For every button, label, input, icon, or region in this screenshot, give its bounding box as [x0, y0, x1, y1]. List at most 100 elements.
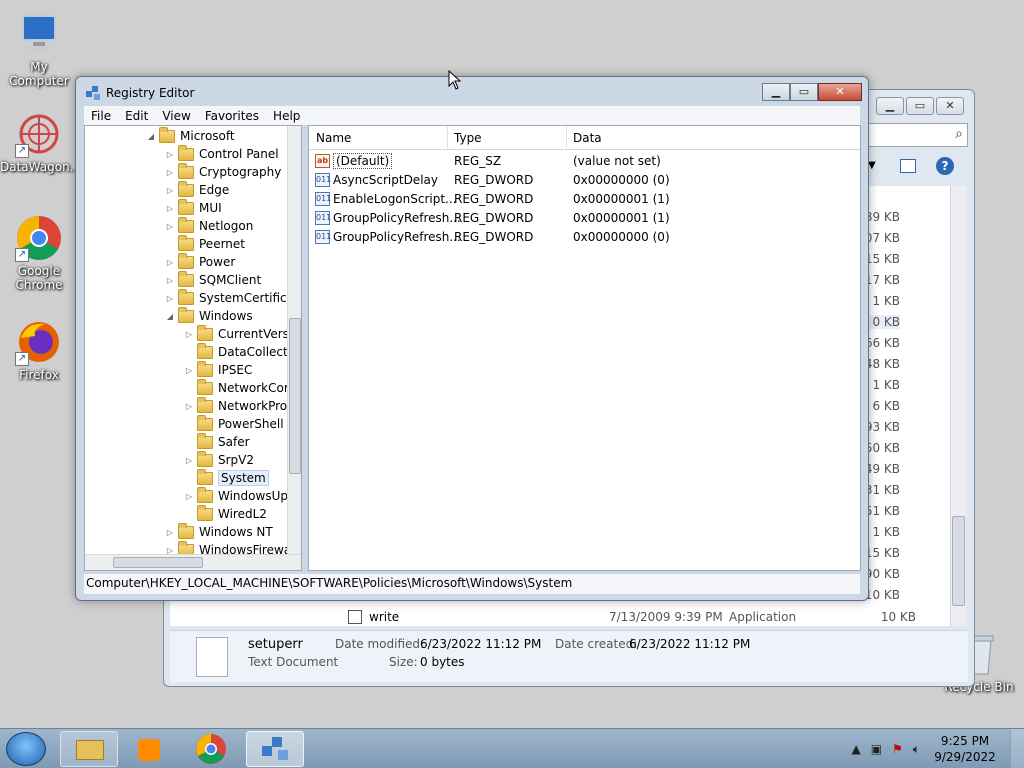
title-bar[interactable]: Registry Editor ▁ ▭ ✕ [76, 77, 868, 107]
start-button[interactable] [6, 732, 46, 766]
tree-item[interactable]: ▷ IPSEC [183, 360, 252, 379]
tree-item-label: Cryptography [199, 165, 282, 179]
view-dropdown-icon[interactable]: ▼ [868, 160, 876, 171]
collapsed-arrow-icon[interactable]: ▷ [164, 150, 176, 159]
minimize-button[interactable]: ▁ [762, 83, 790, 101]
folder-icon [178, 288, 194, 305]
tree-item-label: NetworkCor [218, 381, 289, 395]
search-input[interactable]: ⌕ [864, 123, 968, 147]
menu-help[interactable]: Help [266, 109, 307, 123]
column-type[interactable]: Type [454, 131, 482, 145]
desktop-icon-google-chrome[interactable]: ↗ Google Chrome [0, 214, 78, 292]
tree-item[interactable]: ▷ Windows NT [164, 522, 273, 541]
tree-item-label: SrpV2 [218, 453, 255, 467]
desktop-icon-datawagon[interactable]: ↗ DataWagon... [0, 110, 81, 174]
tree-item[interactable]: ▷ Power [164, 252, 236, 271]
clock[interactable]: 9:25 PM 9/29/2022 [930, 733, 1000, 765]
desktop-icon-my-computer[interactable]: My Computer [0, 10, 78, 88]
tree-item[interactable]: ◢ Microsoft [145, 126, 235, 145]
registry-value-row[interactable]: 011 AsyncScriptDelay REG_DWORD 0x00000000 (… [309, 171, 860, 190]
collapsed-arrow-icon[interactable]: ▷ [164, 168, 176, 177]
collapsed-arrow-icon[interactable]: ▷ [164, 528, 176, 537]
folder-icon [178, 216, 194, 233]
tree-item[interactable]: ◢ Windows [164, 306, 253, 325]
tree-item[interactable]: ▷ NetworkPro [183, 396, 287, 415]
tree-item[interactable]: DataCollecti [183, 342, 291, 361]
collapsed-arrow-icon[interactable]: ▷ [164, 204, 176, 213]
tree-vertical-scrollbar[interactable] [287, 126, 301, 554]
expanded-arrow-icon[interactable]: ◢ [145, 132, 157, 141]
action-center-icon[interactable]: ⚑ [892, 742, 903, 757]
registry-value-row[interactable]: 011 GroupPolicyRefresh... REG_DWORD 0x00000… [309, 228, 860, 247]
collapsed-arrow-icon[interactable]: ▷ [164, 222, 176, 231]
volume-icon[interactable]: 🔈︎ [913, 742, 920, 757]
file-list-scrollbar[interactable] [950, 186, 966, 626]
tree-item[interactable]: NetworkCor [183, 378, 289, 397]
registry-editor-window[interactable]: Registry Editor ▁ ▭ ✕ File Edit View Fav… [75, 76, 869, 601]
column-name[interactable]: Name [316, 131, 351, 145]
registry-value-row[interactable]: 011 EnableLogonScript... REG_DWORD 0x000000… [309, 190, 860, 209]
tree-item-label: Power [199, 255, 236, 269]
collapsed-arrow-icon[interactable]: ▷ [164, 294, 176, 303]
taskbar-registry-editor[interactable] [246, 731, 304, 767]
taskbar-chrome[interactable] [182, 731, 240, 767]
text-document-icon [196, 637, 228, 677]
details-created-label: Date created: [555, 637, 638, 651]
tree-item[interactable]: ▷ WindowsUp [183, 486, 288, 505]
tree-item[interactable]: ▷ Netlogon [164, 216, 253, 235]
taskbar-explorer[interactable] [60, 731, 118, 767]
close-button[interactable]: ✕ [818, 83, 862, 101]
help-icon[interactable]: ? [936, 157, 954, 175]
column-divider[interactable] [566, 126, 567, 149]
collapsed-arrow-icon[interactable]: ▷ [183, 330, 195, 339]
tree-item[interactable]: WiredL2 [183, 504, 267, 523]
show-desktop-button[interactable] [1010, 729, 1024, 768]
tree-item[interactable]: ▷ SystemCertifica [164, 288, 294, 307]
maximize-button[interactable]: ▭ [906, 97, 934, 115]
scrollbar-thumb[interactable] [113, 557, 203, 568]
menu-favorites[interactable]: Favorites [198, 109, 266, 123]
registry-value-row[interactable]: ab (Default) REG_SZ (value not set) [309, 152, 860, 171]
scrollbar-thumb[interactable] [289, 318, 301, 474]
expanded-arrow-icon[interactable]: ◢ [164, 312, 176, 321]
tree-item[interactable]: ▷ CurrentVersi [183, 324, 292, 343]
column-data[interactable]: Data [573, 131, 602, 145]
tree-item[interactable]: PowerShell [183, 414, 284, 433]
tree-item-label: MUI [199, 201, 222, 215]
desktop-icon-firefox[interactable]: ↗ Firefox [0, 318, 78, 382]
tree-item[interactable]: ▷ MUI [164, 198, 222, 217]
taskbar-media-player[interactable] [120, 731, 178, 767]
preview-pane-icon[interactable] [900, 159, 916, 173]
scrollbar-thumb[interactable] [952, 516, 965, 606]
collapsed-arrow-icon[interactable]: ▷ [183, 456, 195, 465]
close-button[interactable]: ✕ [936, 97, 964, 115]
tree-item[interactable]: ▷ SrpV2 [183, 450, 255, 469]
collapsed-arrow-icon[interactable]: ▷ [183, 492, 195, 501]
menu-file[interactable]: File [84, 109, 118, 123]
tree-item[interactable]: System [183, 468, 269, 487]
collapsed-arrow-icon[interactable]: ▷ [164, 258, 176, 267]
show-hidden-icons-icon[interactable]: ▲ [851, 742, 860, 757]
menu-view[interactable]: View [155, 109, 197, 123]
values-column-header: Name Type Data [309, 126, 860, 150]
registry-key-tree[interactable]: ◢ Microsoft ▷ Control Panel ▷ Cryptography ▷ Ed… [84, 125, 302, 571]
file-row-write[interactable]: write 7/13/2009 9:39 PM Application 10 K… [334, 610, 954, 626]
tree-item[interactable]: Safer [183, 432, 250, 451]
menu-edit[interactable]: Edit [118, 109, 155, 123]
minimize-button[interactable]: ▁ [876, 97, 904, 115]
collapsed-arrow-icon[interactable]: ▷ [183, 366, 195, 375]
column-divider[interactable] [447, 126, 448, 149]
tree-item[interactable]: ▷ Cryptography [164, 162, 282, 181]
tree-horizontal-scrollbar[interactable] [85, 554, 301, 570]
tree-item[interactable]: ▷ SQMClient [164, 270, 261, 289]
tree-item[interactable]: ▷ Edge [164, 180, 229, 199]
registry-values-list[interactable]: Name Type Data ab (Default) REG_SZ (value n… [308, 125, 861, 571]
collapsed-arrow-icon[interactable]: ▷ [183, 402, 195, 411]
tree-item[interactable]: ▷ Control Panel [164, 144, 279, 163]
collapsed-arrow-icon[interactable]: ▷ [164, 276, 176, 285]
network-icon[interactable]: ▣ [871, 742, 882, 757]
registry-value-row[interactable]: 011 GroupPolicyRefresh... REG_DWORD 0x00000… [309, 209, 860, 228]
collapsed-arrow-icon[interactable]: ▷ [164, 186, 176, 195]
maximize-button[interactable]: ▭ [790, 83, 818, 101]
tree-item[interactable]: Peernet [164, 234, 245, 253]
